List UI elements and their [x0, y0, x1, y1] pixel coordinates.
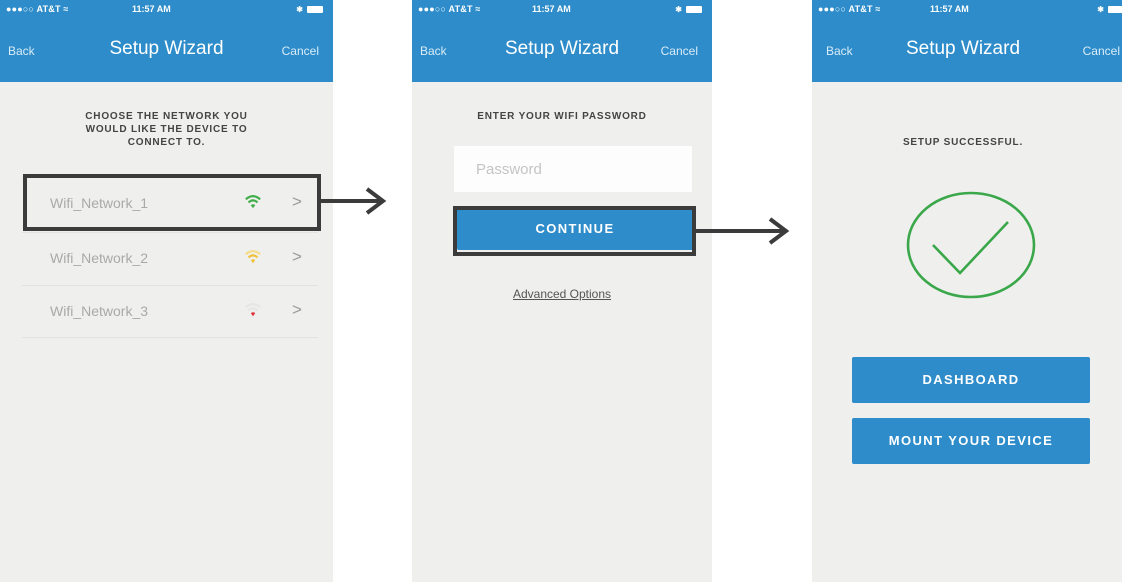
- wifi-icon: [245, 303, 261, 317]
- carrier-label: ●●●○○ AT&T ≈: [818, 4, 881, 14]
- network-name: Wifi_Network_3: [50, 303, 149, 319]
- checkmark-circle-icon: [906, 191, 1036, 299]
- choose-network-heading: CHOOSE THE NETWORK YOU WOULD LIKE THE DE…: [0, 110, 333, 149]
- dashboard-button[interactable]: DASHBOARD: [852, 357, 1090, 403]
- battery-icon: ✱: [296, 5, 323, 14]
- nav-bar: Back Setup Wizard Cancel: [412, 18, 712, 82]
- cancel-button[interactable]: Cancel: [661, 44, 698, 58]
- cancel-button[interactable]: Cancel: [282, 44, 319, 58]
- nav-bar: Back Setup Wizard Cancel: [0, 18, 333, 82]
- advanced-options-link[interactable]: Advanced Options: [412, 287, 712, 301]
- continue-highlight-frame: [453, 206, 696, 256]
- heading-line: CONNECT TO.: [127, 137, 206, 148]
- arrow-right-icon: [694, 217, 790, 245]
- arrow-right-icon: [321, 187, 387, 215]
- status-bar: ●●●○○ AT&T ≈ 11:57 AM ✱: [412, 0, 712, 18]
- battery-icon: ✱: [1097, 5, 1122, 14]
- nav-bar: Back Setup Wizard Cancel: [812, 18, 1122, 82]
- status-bar: ●●●○○ AT&T ≈ 11:57 AM ✱: [0, 0, 333, 18]
- page-title: Setup Wizard: [905, 38, 1021, 59]
- cancel-button[interactable]: Cancel: [1083, 44, 1120, 58]
- password-placeholder: Password: [476, 161, 542, 178]
- chevron-right-icon: >: [292, 247, 302, 266]
- bluetooth-icon: ✱: [296, 5, 303, 14]
- wifi-icon: [245, 250, 261, 264]
- battery-icon: ✱: [675, 5, 702, 14]
- network-name: Wifi_Network_2: [50, 250, 149, 266]
- network-1-highlight-frame: [23, 174, 321, 231]
- status-bar: ●●●○○ AT&T ≈ 11:57 AM ✱: [812, 0, 1122, 18]
- network-list-item-2[interactable]: Wifi_Network_2 >: [22, 232, 318, 283]
- setup-successful-heading: SETUP SUCCESSFUL.: [902, 137, 1024, 148]
- list-divider: [22, 337, 318, 338]
- chevron-right-icon: >: [292, 300, 302, 319]
- heading-line: CHOOSE THE NETWORK YOU: [85, 111, 248, 122]
- network-list-item-3[interactable]: Wifi_Network_3 >: [22, 285, 318, 336]
- network-selection-screen: ●●●○○ AT&T ≈ 11:57 AM ✱ Back Setup Wizar…: [0, 0, 333, 582]
- heading-line: WOULD LIKE THE DEVICE TO: [85, 124, 248, 135]
- setup-success-screen: ●●●○○ AT&T ≈ 11:57 AM ✱ Back Setup Wizar…: [812, 0, 1122, 582]
- clock-label: 11:57 AM: [132, 4, 171, 14]
- carrier-label: ●●●○○ AT&T ≈: [418, 4, 481, 14]
- clock-label: 11:57 AM: [930, 4, 969, 14]
- carrier-label: ●●●○○ AT&T ≈: [6, 4, 69, 14]
- bluetooth-icon: ✱: [1097, 5, 1104, 14]
- enter-password-heading: ENTER YOUR WIFI PASSWORD: [477, 111, 647, 122]
- mount-device-button[interactable]: MOUNT YOUR DEVICE: [852, 418, 1090, 464]
- bluetooth-icon: ✱: [675, 5, 682, 14]
- password-field[interactable]: Password: [454, 146, 692, 192]
- password-screen: ●●●○○ AT&T ≈ 11:57 AM ✱ Back Setup Wizar…: [412, 0, 712, 582]
- clock-label: 11:57 AM: [532, 4, 571, 14]
